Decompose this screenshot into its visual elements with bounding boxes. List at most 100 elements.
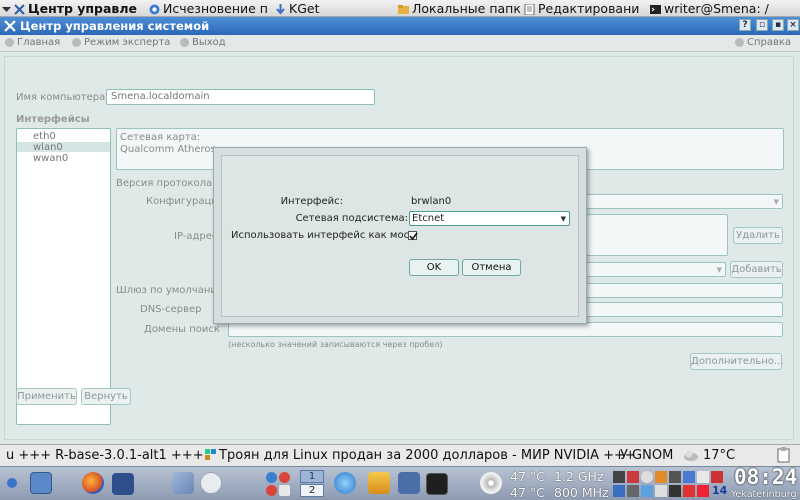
window-titlebar[interactable]: Центр управления системой ? ▫ ▪ ×	[0, 17, 800, 35]
advanced-button[interactable]: Дополнительно...	[690, 353, 783, 370]
monitor-icon[interactable]	[30, 472, 52, 494]
tray-icon[interactable]	[641, 485, 653, 497]
task-terminal[interactable]: writer@Smena: /	[650, 1, 800, 16]
tray-icon[interactable]	[655, 485, 667, 497]
ticker-item-3[interactable]: У GNOM	[620, 448, 673, 463]
help-button[interactable]: Справка	[735, 37, 791, 48]
card-label: Сетевая карта:	[120, 132, 201, 143]
ticker-item-1[interactable]: u +++ R-base-3.0.1-alt1 +++	[6, 448, 204, 463]
hostname-label: Имя компьютера:	[16, 92, 109, 103]
badge-count: 14	[712, 484, 728, 497]
delete-button[interactable]: Удалить	[733, 227, 783, 244]
cpu-freq-2: 800 MHz	[554, 485, 609, 500]
firefox-icon[interactable]	[82, 472, 104, 494]
dialog-subsystem-label: Сетевая подсистема:	[295, 213, 408, 224]
ticker-item-2[interactable]: Троян для Linux продан за 2000 долларов …	[219, 448, 636, 463]
bridge-label: Использовать интерфейс как мост	[231, 230, 415, 241]
list-item-wwan0[interactable]: wwan0	[17, 153, 110, 164]
network-icon[interactable]	[334, 472, 356, 494]
bridge-dialog: Интерфейс: brwlan0 Сетевая подсистема: E…	[213, 147, 587, 324]
tray-icon[interactable]	[613, 485, 625, 497]
workspace-1[interactable]: 1	[300, 470, 324, 483]
task-local-folders[interactable]: Локальные папк	[398, 1, 520, 16]
cancel-button[interactable]: Отмена	[462, 259, 521, 276]
add-button[interactable]: Добавить	[730, 261, 783, 278]
close-button[interactable]: ×	[787, 19, 799, 31]
tray-icon[interactable]	[683, 485, 695, 497]
save-icon[interactable]	[613, 471, 625, 483]
workspace-2[interactable]: 2	[300, 484, 324, 497]
task-label: Центр управле	[28, 1, 137, 16]
hostname-input[interactable]: Smena.localdomain	[106, 89, 375, 105]
window-title: Центр управления системой	[20, 19, 210, 33]
revert-button[interactable]: Вернуть	[81, 388, 131, 405]
maximize-button[interactable]: ▪	[772, 19, 784, 31]
top-taskbar: Центр управле Исчезновение п KGet Локаль…	[0, 0, 800, 17]
control-center-icon	[14, 3, 25, 15]
tray-icon[interactable]	[669, 471, 681, 483]
app-icon[interactable]	[266, 485, 277, 496]
tray-icon[interactable]	[669, 485, 681, 497]
ip-add-select[interactable]: ▼	[586, 262, 726, 277]
home-icon	[5, 38, 14, 47]
weather-temp: 17°C	[703, 448, 736, 463]
clock-city: Yekaterinburg	[731, 489, 797, 500]
clock-time[interactable]: 08:24	[734, 465, 797, 489]
interface-list[interactable]: eth0 wlan0 wwan0	[16, 128, 111, 425]
ok-button[interactable]: OK	[409, 259, 459, 276]
exit-button[interactable]: Выход	[180, 37, 226, 48]
show-desktop-icon[interactable]	[6, 474, 18, 492]
subsystem-value: Etcnet	[412, 213, 445, 224]
ip-list[interactable]	[586, 214, 728, 256]
apply-button[interactable]: Применить	[16, 388, 77, 405]
bridge-checkbox[interactable]	[408, 231, 418, 241]
clock-app-icon[interactable]	[200, 472, 222, 494]
news-ticker[interactable]: u +++ R-base-3.0.1-alt1 +++ Троян для Li…	[0, 444, 800, 466]
menu-arrow-icon	[2, 3, 11, 14]
screen-icon[interactable]	[112, 473, 134, 495]
ticker-news-icon	[205, 449, 217, 466]
tray-icon[interactable]	[655, 471, 667, 483]
task-control-center[interactable]: Центр управле	[2, 1, 147, 16]
home-button[interactable]: Главная	[5, 37, 60, 48]
config-select[interactable]: ▼	[586, 194, 783, 209]
tray-icon[interactable]	[627, 485, 639, 497]
expert-mode-button[interactable]: Режим эксперта	[72, 37, 170, 48]
chrome-icon[interactable]	[279, 472, 290, 483]
subsystem-select[interactable]: Etcnet ▼	[409, 211, 570, 226]
card-value: Qualcomm Atheros	[120, 144, 216, 155]
task-article[interactable]: Исчезновение п	[149, 1, 273, 16]
ip-label: IP-адрес	[174, 231, 218, 242]
gateway-input[interactable]	[586, 283, 783, 298]
search-domains-label: Домены поиск	[144, 324, 220, 335]
chevron-down-icon: ▼	[716, 266, 722, 274]
tray-icon[interactable]	[697, 471, 709, 483]
task-kget[interactable]: KGet	[275, 1, 390, 16]
terminal-icon[interactable]	[426, 473, 448, 495]
help-title-button[interactable]: ?	[739, 19, 751, 31]
app-icon[interactable]	[398, 472, 420, 494]
app-icon[interactable]	[266, 472, 277, 483]
cd-icon[interactable]	[480, 472, 502, 494]
weather-icon	[683, 449, 699, 466]
tray-icon[interactable]	[641, 471, 653, 483]
minimize-button[interactable]: ▫	[756, 19, 768, 31]
app-icon[interactable]	[279, 485, 290, 496]
system-tray[interactable]: 14	[613, 470, 727, 498]
exit-label: Выход	[192, 37, 226, 48]
quick-launch-group[interactable]	[264, 470, 294, 498]
tray-icon[interactable]	[683, 471, 695, 483]
tools-icon[interactable]	[172, 472, 194, 494]
search-domains-input[interactable]	[228, 322, 783, 337]
list-item-wlan0[interactable]: wlan0	[17, 142, 110, 153]
task-editor[interactable]: Редактировани	[524, 1, 646, 16]
help-label: Справка	[747, 37, 792, 48]
task-label: Локальные папк	[412, 1, 520, 16]
flag-icon[interactable]	[627, 471, 639, 483]
list-item-eth0[interactable]: eth0	[17, 131, 110, 142]
tray-icon[interactable]	[697, 485, 709, 497]
check-icon	[409, 232, 418, 241]
clipboard-icon[interactable]	[777, 447, 791, 466]
tray-icon[interactable]	[711, 471, 723, 483]
vlc-icon[interactable]	[368, 472, 390, 494]
